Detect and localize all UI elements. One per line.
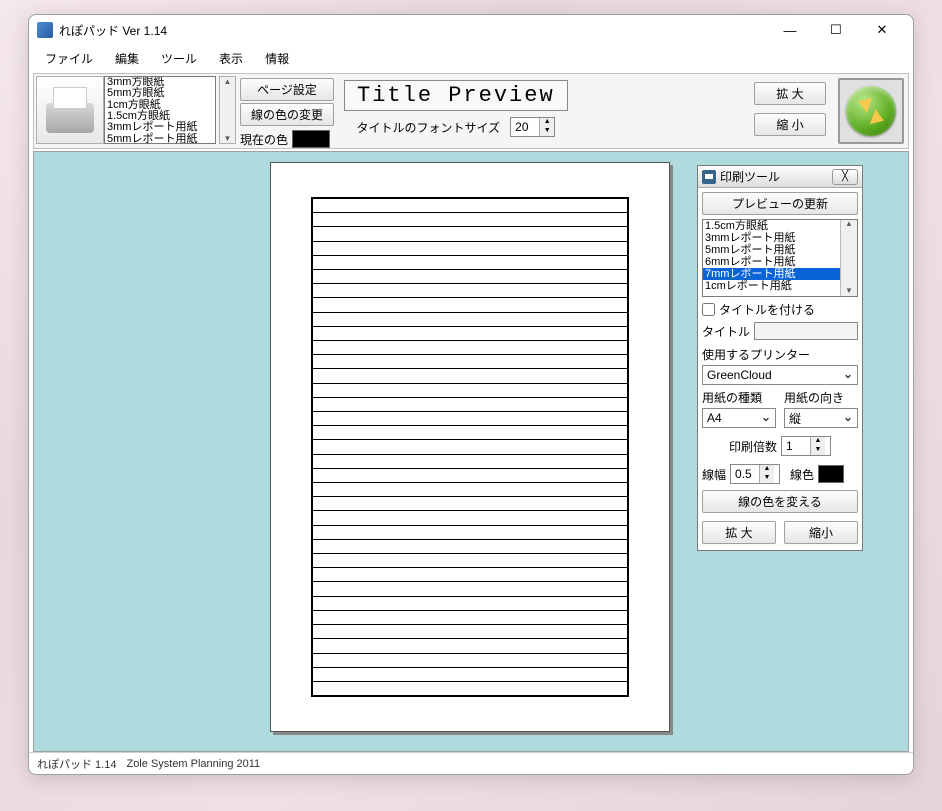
font-size-row: タイトルのフォントサイズ ▲ ▼ [344,117,568,137]
orientation-label: 用紙の向き [784,389,858,406]
list-scrollbar[interactable] [219,76,236,144]
tool-close-button[interactable]: ╳ [832,169,858,185]
title-preview-area: Title Preview タイトルのフォントサイズ ▲ ▼ [338,76,574,141]
printer-value: GreenCloud [707,368,772,382]
menu-tools[interactable]: ツール [151,46,207,71]
current-color-swatch [292,130,330,148]
spin-up-icon[interactable]: ▲ [811,437,825,446]
paper-type-value: A4 [707,411,722,425]
paper-type-select[interactable]: A4 [702,408,776,428]
line-width-label: 線幅 [702,466,726,483]
line-color-change-button[interactable]: 線の色の変更 [240,103,334,126]
tool-zoom-in-button[interactable]: 拡 大 [702,521,776,544]
spin-down-icon[interactable]: ▼ [540,127,554,136]
current-color-label: 現在の色 [240,131,288,148]
page-setup-button[interactable]: ページ設定 [240,78,334,101]
change-line-color-button[interactable]: 線の色を変える [702,490,858,513]
copies-input[interactable] [782,437,810,455]
list-item[interactable]: 5mm方眼紙 [105,88,215,99]
title-row: タイトル [702,322,858,340]
list-item[interactable]: 6mmレポート用紙 [703,256,840,268]
add-title-checkbox[interactable] [702,303,715,316]
line-width-spinner[interactable]: ▲ ▼ [730,464,780,484]
menu-info[interactable]: 情報 [255,46,299,71]
list-item-selected[interactable]: 7mmレポート用紙 [703,268,840,280]
status-app: れぽパッド 1.14 [37,756,116,772]
font-size-spinner[interactable]: ▲ ▼ [510,117,555,137]
window-controls: — ☐ ✕ [767,15,905,45]
refresh-preview-button[interactable]: プレビューの更新 [702,192,858,215]
menu-edit[interactable]: 編集 [105,46,149,71]
copies-label: 印刷倍数 [729,438,777,455]
menubar: ファイル 編集 ツール 表示 情報 [29,45,913,71]
refresh-icon [846,86,896,136]
list-item[interactable]: 5mmレポート用紙 [105,134,215,144]
line-color-label: 線色 [790,466,814,483]
list-item[interactable]: 3mmレポート用紙 [703,232,840,244]
tool-zoom-out-button[interactable]: 縮小 [784,521,858,544]
list-item[interactable]: 1cmレポート用紙 [703,280,840,292]
printer-icon[interactable] [36,76,104,144]
zoom-in-button[interactable]: 拡 大 [754,82,826,105]
refresh-button[interactable] [838,78,904,144]
maximize-button[interactable]: ☐ [813,15,859,45]
minimize-button[interactable]: — [767,15,813,45]
zoom-out-button[interactable]: 縮 小 [754,113,826,136]
printer-label: 使用するプリンター [702,346,858,363]
tool-body: プレビューの更新 1.5cm方眼紙 3mmレポート用紙 5mmレポート用紙 6m… [698,188,862,550]
font-size-input[interactable] [511,118,539,136]
list-item[interactable]: 1.5cm方眼紙 [703,220,840,232]
page-ruled-area [311,197,629,697]
current-color-row: 現在の色 [240,130,334,148]
list-item[interactable]: 3mmレポート用紙 [105,122,215,133]
tool-titlebar[interactable]: 印刷ツール ╳ [698,166,862,188]
spin-down-icon[interactable]: ▼ [811,446,825,455]
spin-up-icon[interactable]: ▲ [760,465,774,474]
copies-spinner[interactable]: ▲ ▼ [781,436,831,456]
paper-template-list[interactable]: 3mm方眼紙 5mm方眼紙 1cm方眼紙 1.5cm方眼紙 3mmレポート用紙 … [104,76,216,144]
close-button[interactable]: ✕ [859,15,905,45]
orientation-value: 縦 [789,410,801,427]
title-input[interactable] [754,322,858,340]
line-width-input[interactable] [731,465,759,483]
spin-down-icon[interactable]: ▼ [760,474,774,483]
add-title-row: タイトルを付ける [702,301,858,318]
zoom-buttons: 拡 大 縮 小 [750,76,830,142]
line-color-swatch [818,465,844,483]
toolbar-buttons-col: ページ設定 線の色の変更 現在の色 [240,76,334,148]
toolbar: 3mm方眼紙 5mm方眼紙 1cm方眼紙 1.5cm方眼紙 3mmレポート用紙 … [33,73,909,149]
tool-title-text: 印刷ツール [720,168,780,185]
statusbar: れぽパッド 1.14 Zole System Planning 2011 [29,752,913,774]
add-title-label: タイトルを付ける [719,301,815,318]
menu-view[interactable]: 表示 [209,46,253,71]
window-title: れぽパッド Ver 1.14 [59,22,167,39]
title-preview-box: Title Preview [344,80,568,111]
menu-file[interactable]: ファイル [35,46,103,71]
tool-list-scrollbar[interactable] [840,220,857,296]
tool-template-list[interactable]: 1.5cm方眼紙 3mmレポート用紙 5mmレポート用紙 6mmレポート用紙 7… [702,219,858,297]
page-preview [270,162,670,732]
list-item[interactable]: 5mmレポート用紙 [703,244,840,256]
font-size-label: タイトルのフォントサイズ [357,119,501,136]
orientation-select[interactable]: 縦 [784,408,858,428]
status-company: Zole System Planning 2011 [126,758,260,770]
printer-select[interactable]: GreenCloud [702,365,858,385]
spinner-buttons: ▲ ▼ [539,118,554,136]
titlebar: れぽパッド Ver 1.14 — ☐ ✕ [29,15,913,45]
app-icon [37,22,53,38]
print-tool-window: 印刷ツール ╳ プレビューの更新 1.5cm方眼紙 3mmレポート用紙 5mmレ… [697,165,863,551]
paper-type-label: 用紙の種類 [702,389,776,406]
printer-small-icon [702,170,716,184]
spin-up-icon[interactable]: ▲ [540,118,554,127]
title-label: タイトル [702,323,750,340]
